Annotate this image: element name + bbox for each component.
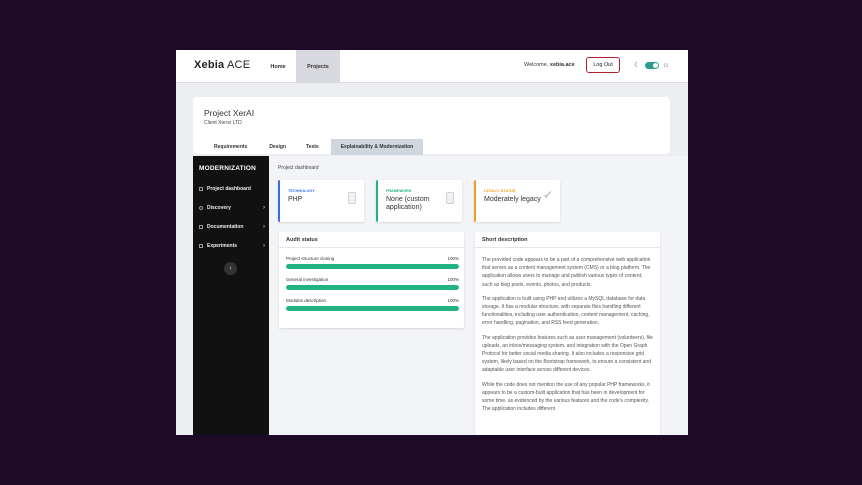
legacy-status-card: Legacy status Moderately legacy ✔ bbox=[474, 180, 560, 222]
sidebar-item-label: Project dashboard bbox=[207, 186, 251, 192]
document-icon bbox=[199, 225, 203, 229]
card-label: Technology bbox=[288, 189, 315, 193]
framework-card: Framework None (custom application) bbox=[376, 180, 462, 222]
progress-fill bbox=[286, 285, 459, 290]
progress-bar bbox=[286, 285, 459, 290]
audit-row-name: General investigation bbox=[286, 277, 329, 282]
sidebar-collapse-button[interactable]: ‹ bbox=[224, 262, 237, 275]
modernization-sidebar: MODERNIZATION Project dashboard Discover… bbox=[193, 156, 269, 435]
chevron-right-icon: › bbox=[263, 243, 265, 249]
app-window: Xebia ACE Home Projects Welcome, xebia.a… bbox=[176, 50, 688, 435]
tab-explainability-modernization[interactable]: Explainability & Modernization bbox=[330, 139, 424, 155]
top-navbar: Xebia ACE Home Projects Welcome, xebia.a… bbox=[176, 50, 688, 83]
chevron-right-icon: › bbox=[263, 205, 265, 211]
description-body: The provided code appears to be a part o… bbox=[482, 256, 654, 419]
sidebar-item-discovery[interactable]: Discovery › bbox=[199, 203, 265, 213]
grid-icon bbox=[199, 244, 203, 248]
card-label: Framework bbox=[386, 189, 412, 193]
nav-projects[interactable]: Projects bbox=[296, 50, 340, 83]
sidebar-item-documentation[interactable]: Documentation › bbox=[199, 222, 265, 232]
welcome-text: Welcome, xebia.ace bbox=[524, 62, 575, 68]
logo-suffix: ACE bbox=[224, 59, 251, 71]
sidebar-item-label: Documentation bbox=[207, 224, 244, 230]
chevron-left-icon: ‹ bbox=[229, 265, 232, 272]
card-label: Legacy status bbox=[484, 189, 516, 193]
card-value: Moderately legacy bbox=[484, 196, 541, 203]
moon-icon: ☾ bbox=[634, 62, 641, 69]
welcome-prefix: Welcome, bbox=[524, 62, 550, 68]
sidebar-item-project-dashboard[interactable]: Project dashboard bbox=[199, 184, 265, 194]
dashboard-icon bbox=[199, 187, 203, 191]
audit-row-percent: 100% bbox=[447, 298, 459, 303]
technology-card: Technology PHP bbox=[278, 180, 364, 222]
audit-row: Project structure cloning 100% bbox=[286, 256, 459, 269]
chevron-right-icon: › bbox=[263, 224, 265, 230]
project-title: Project XerAI bbox=[204, 108, 255, 118]
audit-row-name: Project structure cloning bbox=[286, 256, 335, 261]
dashboard-main: Project dashboard Technology PHP Framewo… bbox=[269, 156, 688, 435]
sidebar-item-experiments[interactable]: Experiments › bbox=[199, 241, 265, 251]
sidebar-item-label: Experiments bbox=[207, 243, 238, 249]
audit-row-name: Modules description bbox=[286, 298, 327, 303]
audit-row-percent: 100% bbox=[447, 277, 459, 282]
card-value: PHP bbox=[288, 196, 303, 203]
tab-design[interactable]: Design bbox=[261, 139, 298, 155]
description-paragraph: The provided code appears to be a part o… bbox=[482, 257, 651, 288]
description-paragraph: The application is built using PHP and u… bbox=[482, 295, 650, 327]
project-client: Client Xerox LTD bbox=[204, 120, 242, 126]
progress-bar bbox=[286, 306, 459, 311]
logout-button[interactable]: Log Out bbox=[586, 57, 620, 73]
progress-bar bbox=[286, 264, 459, 269]
project-tabs: Requirements Design Tests Explainability… bbox=[193, 139, 424, 155]
description-title: Short description bbox=[475, 232, 660, 248]
progress-fill bbox=[286, 306, 459, 311]
tab-requirements[interactable]: Requirements bbox=[193, 139, 261, 155]
progress-fill bbox=[286, 264, 459, 269]
tab-tests[interactable]: Tests bbox=[298, 139, 331, 155]
theme-toggle[interactable] bbox=[645, 62, 659, 69]
audit-status-card: Audit status Project structure cloning 1… bbox=[279, 232, 464, 328]
description-paragraph: The application provides features such a… bbox=[482, 334, 653, 374]
sidebar-title: MODERNIZATION bbox=[199, 165, 257, 172]
card-value: None (custom application) bbox=[386, 196, 430, 211]
logo-text: Xebia bbox=[194, 59, 225, 71]
description-paragraph: While the code does not mention the use … bbox=[482, 381, 650, 413]
location-pin-icon bbox=[199, 206, 203, 210]
code-file-icon bbox=[348, 192, 356, 204]
nav-home[interactable]: Home bbox=[260, 50, 296, 83]
building-icon bbox=[446, 192, 454, 204]
username: xebia.ace bbox=[549, 62, 575, 68]
xebia-ace-logo[interactable]: Xebia ACE bbox=[194, 59, 250, 71]
breadcrumb: Project dashboard bbox=[278, 165, 319, 171]
audit-row: General investigation 100% bbox=[286, 277, 459, 290]
audit-title: Audit status bbox=[279, 232, 464, 248]
sun-icon: ☼ bbox=[662, 60, 670, 69]
checkmark-icon: ✔ bbox=[542, 188, 553, 202]
audit-row: Modules description 100% bbox=[286, 298, 459, 311]
sidebar-item-label: Discovery bbox=[207, 205, 231, 211]
audit-row-percent: 100% bbox=[447, 256, 459, 261]
short-description-card: Short description The provided code appe… bbox=[475, 232, 660, 435]
